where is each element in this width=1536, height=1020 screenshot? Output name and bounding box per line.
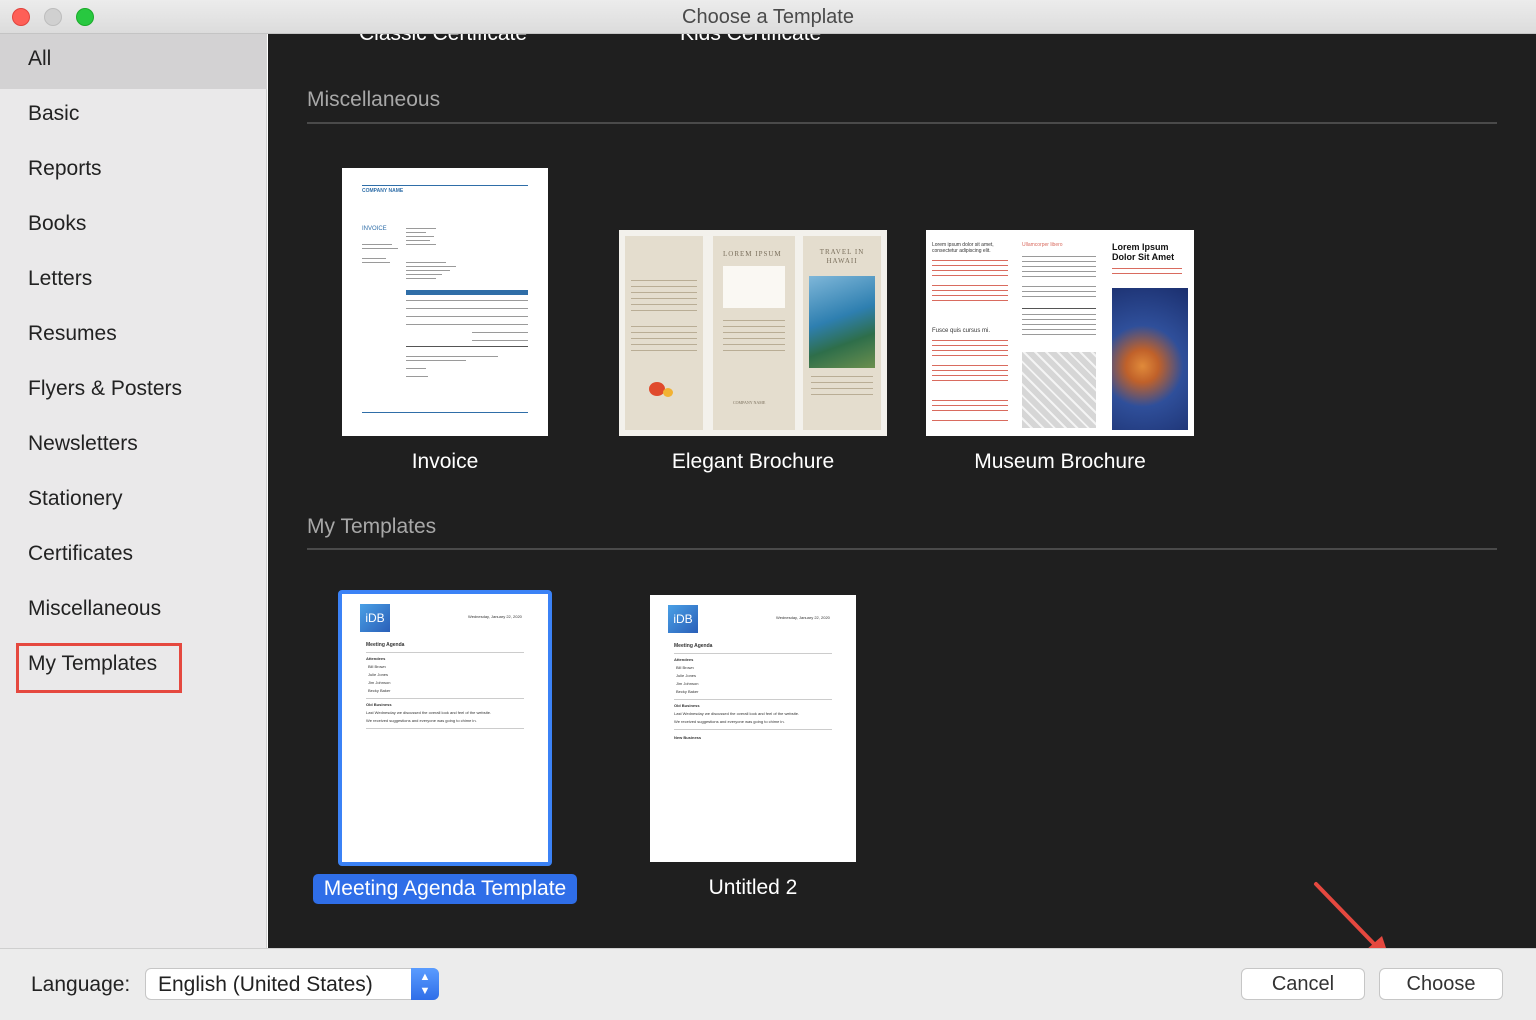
agenda-date: Wednesday, January 22, 2020 [776,615,830,620]
elegant-travel-title: TRAVEL IN HAWAII [819,248,865,265]
sidebar-item-miscellaneous[interactable]: Miscellaneous [0,584,267,639]
agenda-person: Jim Johnson [368,680,391,685]
agenda-line: We received suggestions and everyone was… [674,719,785,724]
sidebar-item-basic[interactable]: Basic [0,89,267,144]
agenda-line: Last Wednesday we discussed the overall … [674,711,800,716]
agenda-person: Becky Baker [368,688,391,693]
coastline-photo [809,276,875,368]
template-thumbnail-elegant-brochure[interactable]: LOREM IPSUM COMPANY NAME TRAVEL IN HAWAI… [619,230,887,436]
sidebar-item-resumes[interactable]: Resumes [0,309,267,364]
sidebar-item-certificates[interactable]: Certificates [0,529,267,584]
invoice-company-name: COMPANY NAME [362,188,404,194]
template-thumbnail-meeting-agenda[interactable]: iDB Wednesday, January 22, 2020 Meeting … [342,594,548,862]
jellyfish-photo [1112,288,1188,430]
title-bar: Choose a Template [0,0,1536,34]
agenda-new-business: New Business [674,735,702,740]
template-name-untitled-2[interactable]: Untitled 2 [650,876,856,900]
agenda-person: Julie Jones [368,672,389,677]
template-gallery: Classic Certificate Kids Certificate Mis… [268,34,1536,948]
sidebar-item-flyers-posters[interactable]: Flyers & Posters [0,364,267,419]
agenda-line: We received suggestions and everyone was… [366,718,477,723]
section-divider [307,122,1497,124]
museum-col1-subtitle: Fusce quis cursus mi. [932,328,991,334]
template-name-elegant-brochure[interactable]: Elegant Brochure [619,450,887,474]
museum-col1-title: Lorem ipsum dolor sit amet, consectetur … [932,242,994,254]
map-illustration [723,266,785,308]
template-name-invoice[interactable]: Invoice [342,450,548,474]
idb-logo: iDB [668,605,698,633]
agenda-person: Jim Johnson [676,681,699,686]
section-title-miscellaneous: Miscellaneous [307,88,441,111]
museum-col2-title: Ullamcorper libero [1022,242,1063,248]
agenda-person: Julie Jones [676,673,697,678]
template-label-kids-certificate[interactable]: Kids Certificate [680,34,821,46]
template-label-classic-certificate[interactable]: Classic Certificate [359,34,527,46]
agenda-old-business: Old Business [674,703,700,708]
agenda-date: Wednesday, January 22, 2020 [468,614,522,619]
template-thumbnail-invoice[interactable]: COMPANY NAME INVOICE [342,168,548,436]
invoice-heading: INVOICE [362,226,387,232]
sidebar-item-newsletters[interactable]: Newsletters [0,419,267,474]
category-sidebar: All Basic Reports Books Letters Resumes … [0,34,267,948]
agenda-line: Last Wednesday we discussed the overall … [366,710,492,715]
bottom-bar: Language: English (United States) ▲ ▼ Can… [0,948,1536,1020]
section-title-my-templates: My Templates [307,515,437,538]
language-select[interactable]: English (United States) ▲ ▼ [145,968,439,1000]
template-name-meeting-agenda[interactable]: Meeting Agenda Template [313,874,577,904]
language-value: English (United States) [158,973,373,996]
stepper-chevron-icon[interactable]: ▲ ▼ [411,968,439,1000]
window-title: Choose a Template [682,6,854,28]
annotation-highlight-box [16,643,182,693]
language-label: Language: [31,973,131,996]
agenda-person: Bill Brown [676,665,694,670]
sidebar-item-reports[interactable]: Reports [0,144,267,199]
choose-button[interactable]: Choose [1379,968,1503,1000]
sidebar-item-all[interactable]: All [0,34,267,89]
agenda-heading: Meeting Agenda [366,642,405,648]
floor-plan-illustration [1022,352,1096,428]
agenda-old-business: Old Business [366,702,392,707]
sidebar-item-stationery[interactable]: Stationery [0,474,267,529]
agenda-attendees: Attendees [674,657,694,662]
template-thumbnail-museum-brochure[interactable]: Lorem ipsum dolor sit amet, consectetur … [926,230,1194,436]
agenda-person: Becky Baker [676,689,699,694]
cancel-button[interactable]: Cancel [1241,968,1365,1000]
agenda-heading: Meeting Agenda [674,643,713,649]
museum-col3-title: Lorem Ipsum Dolor Sit Amet [1112,242,1175,262]
idb-logo: iDB [360,604,390,632]
section-divider [307,548,1497,550]
agenda-attendees: Attendees [366,656,386,661]
template-thumbnail-untitled-2[interactable]: iDB Wednesday, January 22, 2020 Meeting … [650,595,856,862]
sidebar-item-books[interactable]: Books [0,199,267,254]
template-name-museum-brochure[interactable]: Museum Brochure [926,450,1194,474]
elegant-company-name: COMPANY NAME [733,400,766,405]
elegant-panel-title: LOREM IPSUM [723,250,782,258]
agenda-person: Bill Brown [368,664,386,669]
sidebar-item-letters[interactable]: Letters [0,254,267,309]
